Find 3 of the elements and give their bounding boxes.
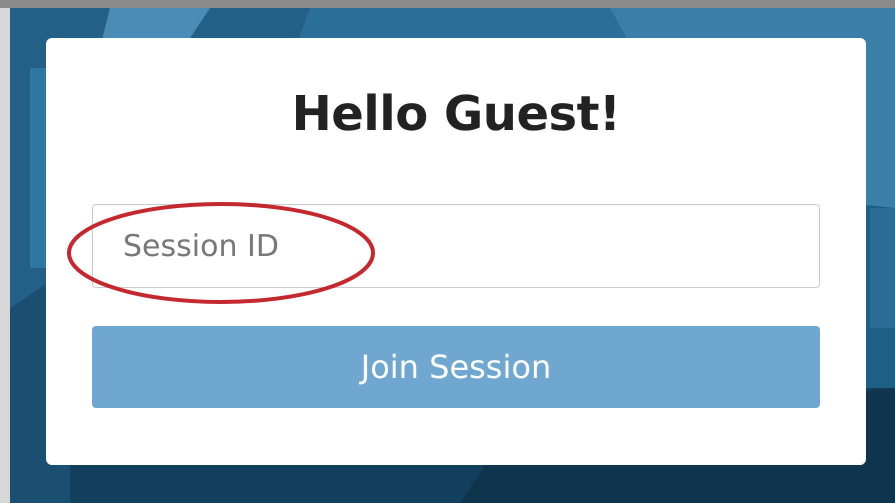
greeting-title: Hello Guest! <box>292 86 620 142</box>
join-session-button[interactable]: Join Session <box>92 326 820 408</box>
session-id-field[interactable]: Session ID <box>92 204 820 288</box>
